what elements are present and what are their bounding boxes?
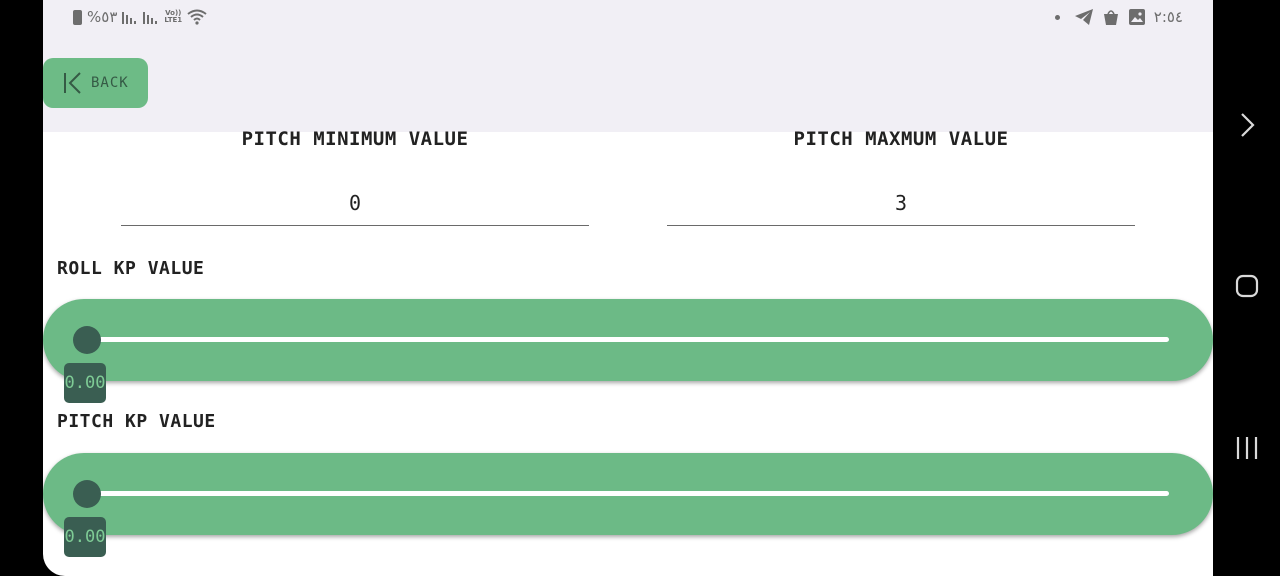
back-button-label: BACK [91, 75, 129, 91]
header-bar: %٥٣ Vo)) LTE1 ٢:٥٤ BACK [43, 0, 1213, 132]
lte-label: LTE1 [164, 16, 183, 24]
signal-icon [122, 12, 137, 24]
gallery-icon [1128, 9, 1145, 25]
nav-home-icon[interactable] [1234, 273, 1260, 299]
clock: ٢:٥٤ [1153, 8, 1183, 26]
shopping-bag-icon [1103, 10, 1118, 25]
notification-dot [1054, 14, 1060, 20]
status-bar-right: ٢:٥٤ [1054, 6, 1183, 28]
signal-icon [143, 12, 158, 24]
wifi-icon [187, 9, 207, 25]
nav-recents-icon[interactable] [1234, 435, 1260, 461]
pitch-min-input[interactable] [121, 180, 589, 226]
pitch-max-input[interactable] [667, 180, 1135, 226]
roll-kp-slider[interactable] [43, 299, 1213, 381]
app-screen: %٥٣ Vo)) LTE1 ٢:٥٤ BACK PITCH MINIMUM VA… [43, 0, 1213, 576]
pitch-kp-label: PITCH KP VALUE [57, 411, 216, 432]
pitch-kp-value: 0.00 [64, 517, 106, 557]
pitch-kp-thumb[interactable] [73, 480, 101, 508]
pitch-max-label: PITCH MAXMUM VALUE [793, 128, 1009, 150]
telegram-icon [1074, 9, 1093, 25]
back-chevron-icon [64, 72, 81, 94]
roll-kp-track[interactable] [87, 337, 1169, 342]
pitch-kp-track[interactable] [87, 491, 1169, 496]
pitch-min-label: PITCH MINIMUM VALUE [241, 128, 469, 150]
roll-kp-thumb[interactable] [73, 326, 101, 354]
nav-forward-icon[interactable] [1234, 112, 1260, 138]
pitch-kp-slider[interactable] [43, 453, 1213, 535]
roll-kp-label: ROLL KP VALUE [57, 258, 205, 279]
back-button[interactable]: BACK [43, 58, 148, 108]
battery-icon [73, 9, 82, 25]
roll-kp-value: 0.00 [64, 363, 106, 403]
status-bar-left: %٥٣ Vo)) LTE1 [73, 6, 207, 28]
network-type: Vo)) LTE1 [164, 10, 182, 24]
battery-level: %٥٣ [87, 8, 118, 26]
